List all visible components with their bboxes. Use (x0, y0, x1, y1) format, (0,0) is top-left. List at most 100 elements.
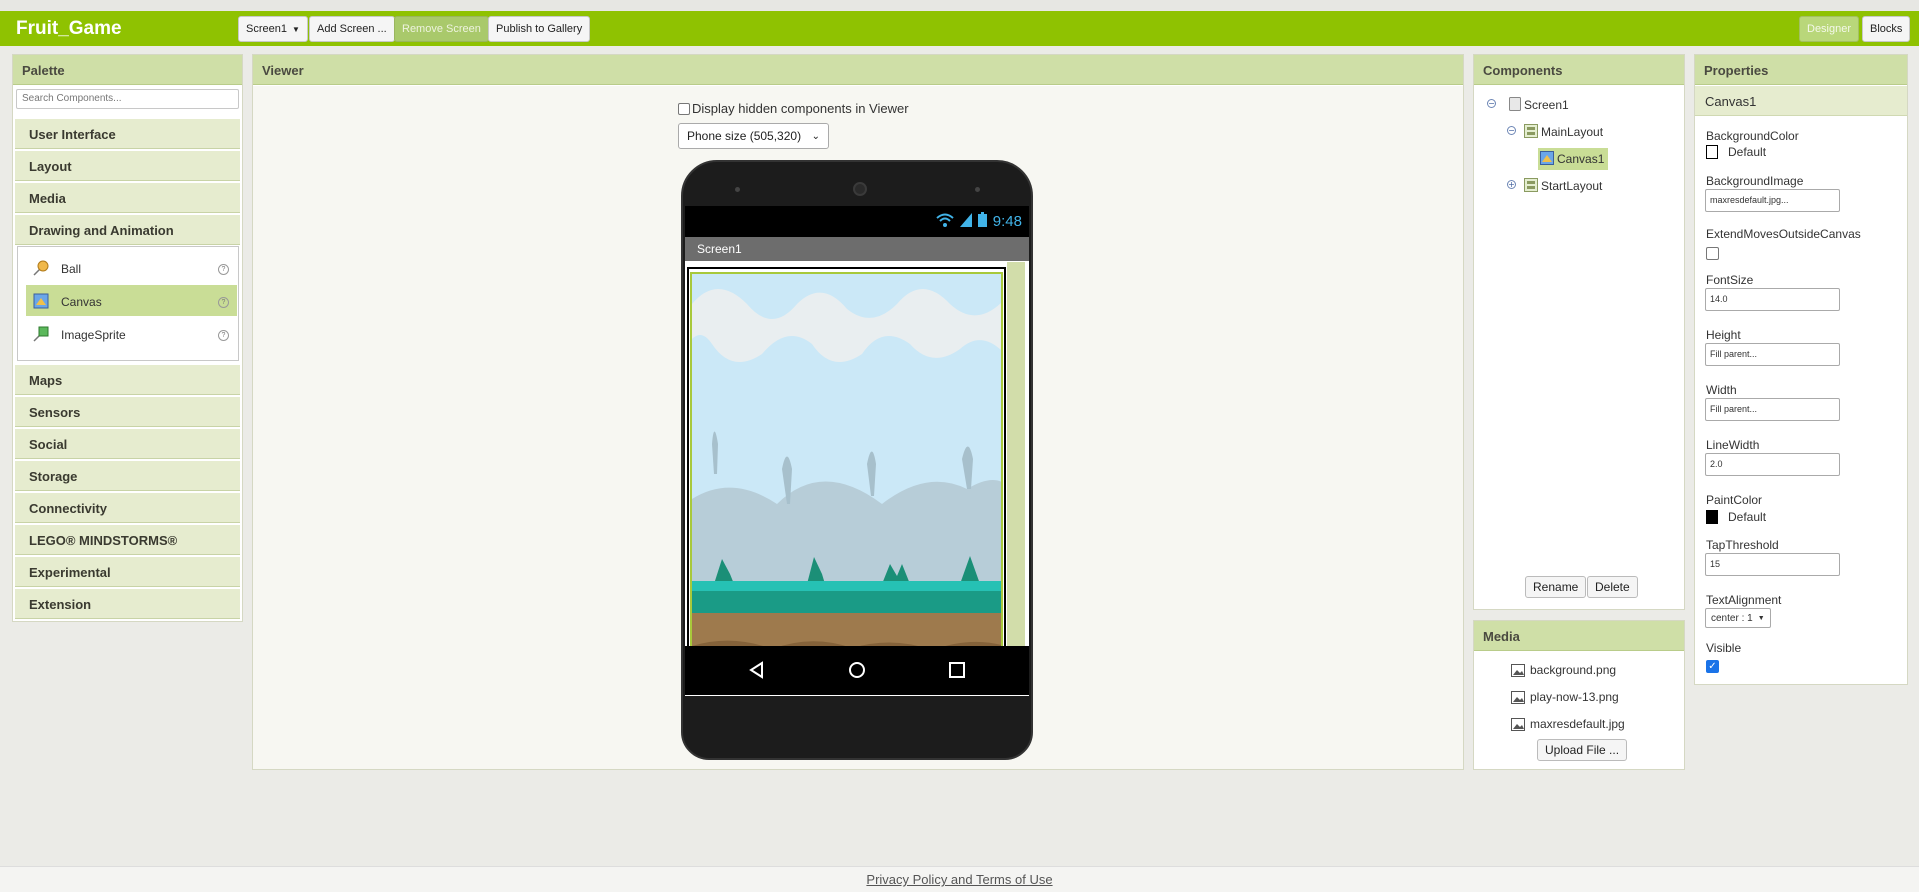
collapse-mainlayout-icon[interactable]: − (1507, 126, 1516, 135)
recents-nav-icon[interactable] (947, 660, 967, 680)
phone-navbar (685, 646, 1029, 695)
prop-label-textalignment: TextAlignment (1706, 593, 1782, 607)
phone-camera-icon (853, 182, 867, 196)
palette-category-user-interface[interactable]: User Interface (15, 119, 240, 149)
phone-screen: 9:48 Screen1 (685, 206, 1029, 696)
tapthreshold-field[interactable]: 15 (1705, 553, 1840, 576)
textalignment-value: center : 1 (1711, 612, 1753, 624)
app-title: Fruit_Game (16, 18, 122, 39)
expand-startlayout-icon[interactable]: + (1507, 180, 1516, 189)
image-file-icon (1511, 717, 1525, 731)
phone-size-value: Phone size (505,320) (687, 129, 802, 143)
phone-mockup: 9:48 Screen1 (681, 160, 1033, 760)
rename-button[interactable]: Rename (1525, 576, 1587, 598)
canvas-icon (33, 293, 49, 309)
designer-button[interactable]: Designer (1799, 16, 1860, 42)
collapse-screen1-icon[interactable]: − (1487, 99, 1496, 108)
textalignment-select[interactable]: center : 1 ▼ (1705, 608, 1771, 628)
palette-category-sensors[interactable]: Sensors (15, 397, 240, 427)
media-file-row[interactable]: maxresdefault.jpg (1511, 717, 1625, 731)
search-components-input[interactable]: Search Components... (16, 89, 239, 109)
upload-file-button[interactable]: Upload File ... (1537, 739, 1628, 761)
prop-label-fontsize: FontSize (1706, 273, 1754, 287)
backgroundcolor-picker[interactable]: Default (1706, 145, 1766, 159)
fontsize-field[interactable]: 14.0 (1705, 288, 1840, 311)
prop-label-backgroundcolor: BackgroundColor (1706, 129, 1799, 143)
display-hidden-label: Display hidden components in Viewer (692, 101, 909, 116)
tree-node-mainlayout[interactable]: MainLayout (1524, 121, 1603, 143)
delete-button[interactable]: Delete (1587, 576, 1638, 598)
phone-speaker-left-icon (735, 187, 740, 192)
width-field[interactable]: Fill parent... (1705, 398, 1840, 421)
status-time: 9:48 (992, 213, 1022, 230)
palette-item-imagesprite[interactable]: ImageSprite ? (26, 318, 237, 349)
palette-item-canvas[interactable]: Canvas ? (26, 285, 237, 316)
palette-category-extension[interactable]: Extension (15, 589, 240, 619)
caret-down-icon: ▼ (1757, 614, 1765, 622)
media-file-row[interactable]: play-now-13.png (1511, 690, 1619, 704)
back-nav-icon[interactable] (747, 660, 767, 680)
palette-item-ball[interactable]: Ball ? (26, 252, 237, 283)
canvas-icon (1540, 150, 1554, 168)
check-icon: ✓ (1708, 660, 1717, 672)
media-panel: Media background.png play-now-13.png max… (1473, 620, 1685, 770)
prop-label-width: Width (1706, 383, 1737, 397)
palette-category-drawing-animation[interactable]: Drawing and Animation (15, 215, 240, 245)
display-hidden-row: Display hidden components in Viewer (678, 101, 909, 116)
screen-select-button[interactable]: Screen1 ▼ (238, 16, 308, 42)
canvas-component[interactable] (687, 267, 1006, 670)
display-hidden-checkbox[interactable] (678, 102, 690, 115)
backgroundimage-field[interactable]: maxresdefault.jpg... (1705, 189, 1840, 212)
footer: Privacy Policy and Terms of Use (0, 866, 1919, 892)
palette-category-storage[interactable]: Storage (15, 461, 240, 491)
phone-size-select[interactable]: Phone size (505,320) ⌄ (678, 123, 829, 149)
battery-icon (977, 212, 987, 231)
palette-category-connectivity[interactable]: Connectivity (15, 493, 240, 523)
tree-node-label: StartLayout (1541, 179, 1603, 193)
screen-icon (1509, 96, 1521, 114)
palette-item-label: ImageSprite (61, 328, 126, 342)
visible-checkbox[interactable]: ✓ (1706, 660, 1719, 673)
palette-item-label: Ball (61, 262, 82, 276)
media-file-name: maxresdefault.jpg (1530, 717, 1625, 731)
tree-node-startlayout[interactable]: StartLayout (1524, 175, 1602, 197)
home-nav-icon[interactable] (847, 660, 867, 680)
add-screen-button[interactable]: Add Screen ... (309, 16, 395, 42)
media-file-name: background.png (1530, 663, 1617, 677)
height-field[interactable]: Fill parent... (1705, 343, 1840, 366)
vertical-arrangement-icon (1524, 123, 1538, 141)
vertical-arrangement-icon (1524, 177, 1538, 195)
palette-panel: Palette Search Components... User Interf… (12, 54, 243, 622)
prop-label-visible: Visible (1706, 641, 1742, 655)
prop-label-extendmoves: ExtendMovesOutsideCanvas (1706, 227, 1861, 241)
imagesprite-icon (33, 326, 49, 342)
media-file-row[interactable]: background.png (1511, 663, 1616, 677)
blocks-button[interactable]: Blocks (1862, 16, 1911, 42)
tree-node-canvas1[interactable]: Canvas1 (1538, 148, 1609, 170)
extendmoves-checkbox[interactable] (1706, 247, 1719, 260)
remove-screen-button[interactable]: Remove Screen (394, 16, 489, 42)
signal-icon (959, 212, 972, 231)
palette-category-experimental[interactable]: Experimental (15, 557, 240, 587)
linewidth-field[interactable]: 2.0 (1705, 453, 1840, 476)
canvas-background-image (690, 272, 1003, 666)
paintcolor-picker[interactable]: Default (1706, 510, 1766, 524)
viewer-body: Display hidden components in Viewer Phon… (253, 86, 1463, 769)
screen-titlebar: Screen1 (685, 237, 1029, 261)
media-file-name: play-now-13.png (1530, 690, 1619, 704)
publish-gallery-button[interactable]: Publish to Gallery (488, 16, 591, 42)
help-icon[interactable]: ? (218, 264, 229, 275)
viewer-panel: Viewer Display hidden components in View… (252, 54, 1464, 770)
palette-category-layout[interactable]: Layout (15, 151, 240, 181)
palette-category-maps[interactable]: Maps (15, 365, 240, 395)
palette-category-social[interactable]: Social (15, 429, 240, 459)
palette-category-media[interactable]: Media (15, 183, 240, 213)
top-bar: Fruit_Game Screen1 ▼ Add Screen ... Remo… (0, 11, 1919, 46)
privacy-terms-link[interactable]: Privacy Policy and Terms of Use (866, 872, 1052, 887)
help-icon[interactable]: ? (218, 330, 229, 341)
help-icon[interactable]: ? (218, 297, 229, 308)
palette-category-lego[interactable]: LEGO® MINDSTORMS® (15, 525, 240, 555)
status-bar: 9:48 (685, 206, 1029, 237)
drawing-animation-items: Ball ? Canvas ? ImageSprite ? (17, 246, 239, 361)
tree-node-screen1[interactable]: Screen1 (1509, 94, 1569, 116)
